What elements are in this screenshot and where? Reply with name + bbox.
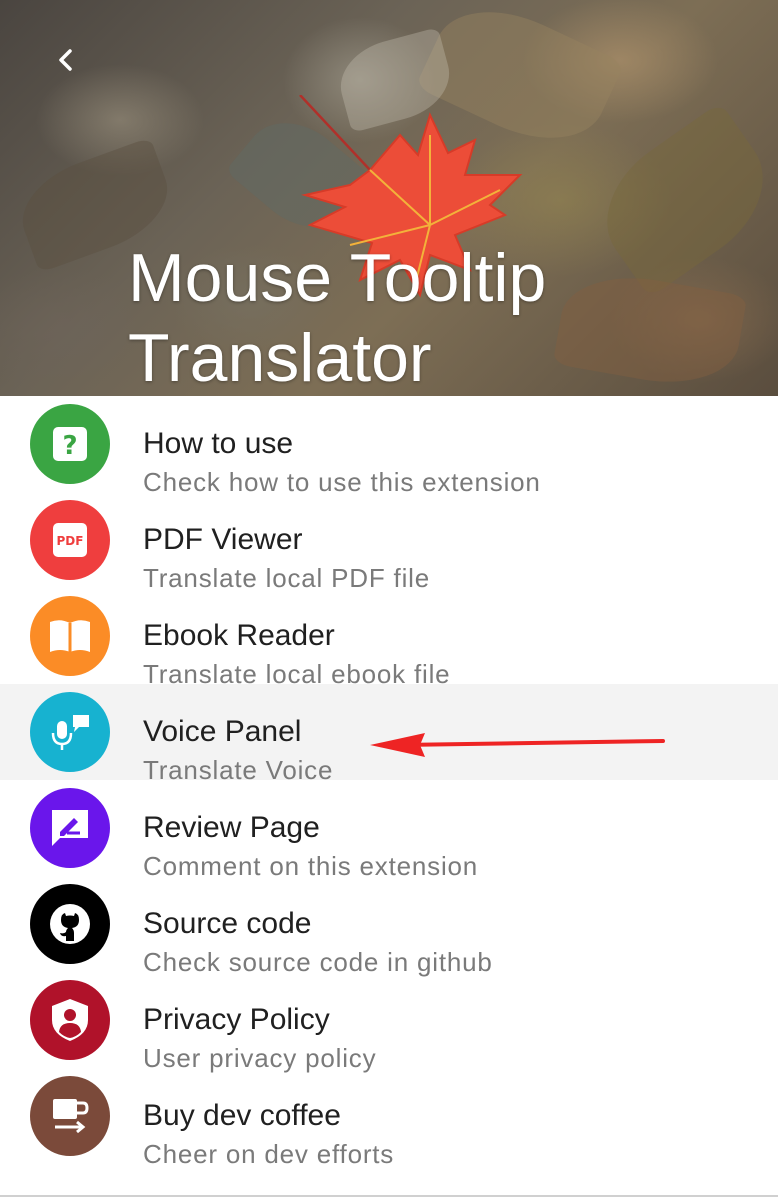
rate-review-icon [30,788,110,868]
back-button[interactable] [46,40,86,80]
github-icon [30,884,110,964]
menu-item-title: Source code [143,907,312,940]
menu-item-title: Review Page [143,811,320,844]
menu-item-privacy-policy[interactable]: Privacy Policy User privacy policy [0,972,778,1073]
menu-item-pdf-viewer[interactable]: PDF PDF Viewer Translate local PDF file [0,492,778,593]
menu-item-buy-dev-coffee[interactable]: Buy dev coffee Cheer on dev efforts [0,1068,778,1169]
menu-item-voice-panel[interactable]: Voice Panel Translate Voice [0,684,778,785]
page-title-line1: Mouse Tooltip [128,240,547,316]
menu-item-subtitle: Cheer on dev efforts [143,1139,395,1169]
coffee-icon [30,1076,110,1156]
menu-item-how-to-use[interactable]: ? How to use Check how to use this exten… [0,396,778,497]
menu-item-title: Buy dev coffee [143,1099,341,1132]
privacy-shield-icon [30,980,110,1060]
svg-text:?: ? [62,431,77,461]
voice-chat-icon [30,692,110,772]
page-title-line2: Translator [128,320,432,396]
book-icon [30,596,110,676]
menu-item-source-code[interactable]: Source code Check source code in github [0,876,778,977]
help-icon: ? [30,404,110,484]
menu-item-title: PDF Viewer [143,523,303,556]
menu-item-title: Ebook Reader [143,619,335,652]
pdf-icon-label: PDF [57,534,84,548]
menu-item-ebook-reader[interactable]: Ebook Reader Translate local ebook file [0,588,778,689]
menu-item-review-page[interactable]: Review Page Comment on this extension [0,780,778,881]
menu-item-title: How to use [143,427,294,460]
pdf-icon: PDF [30,500,110,580]
bottom-divider [0,1195,778,1197]
menu-item-title: Privacy Policy [143,1003,330,1036]
menu-list: ? How to use Check how to use this exten… [0,396,778,1169]
chevron-left-icon [59,49,72,71]
header-banner: Mouse Tooltip Translator [0,0,778,396]
page-title: Mouse Tooltip Translator [128,238,748,396]
menu-item-title: Voice Panel [143,715,302,748]
